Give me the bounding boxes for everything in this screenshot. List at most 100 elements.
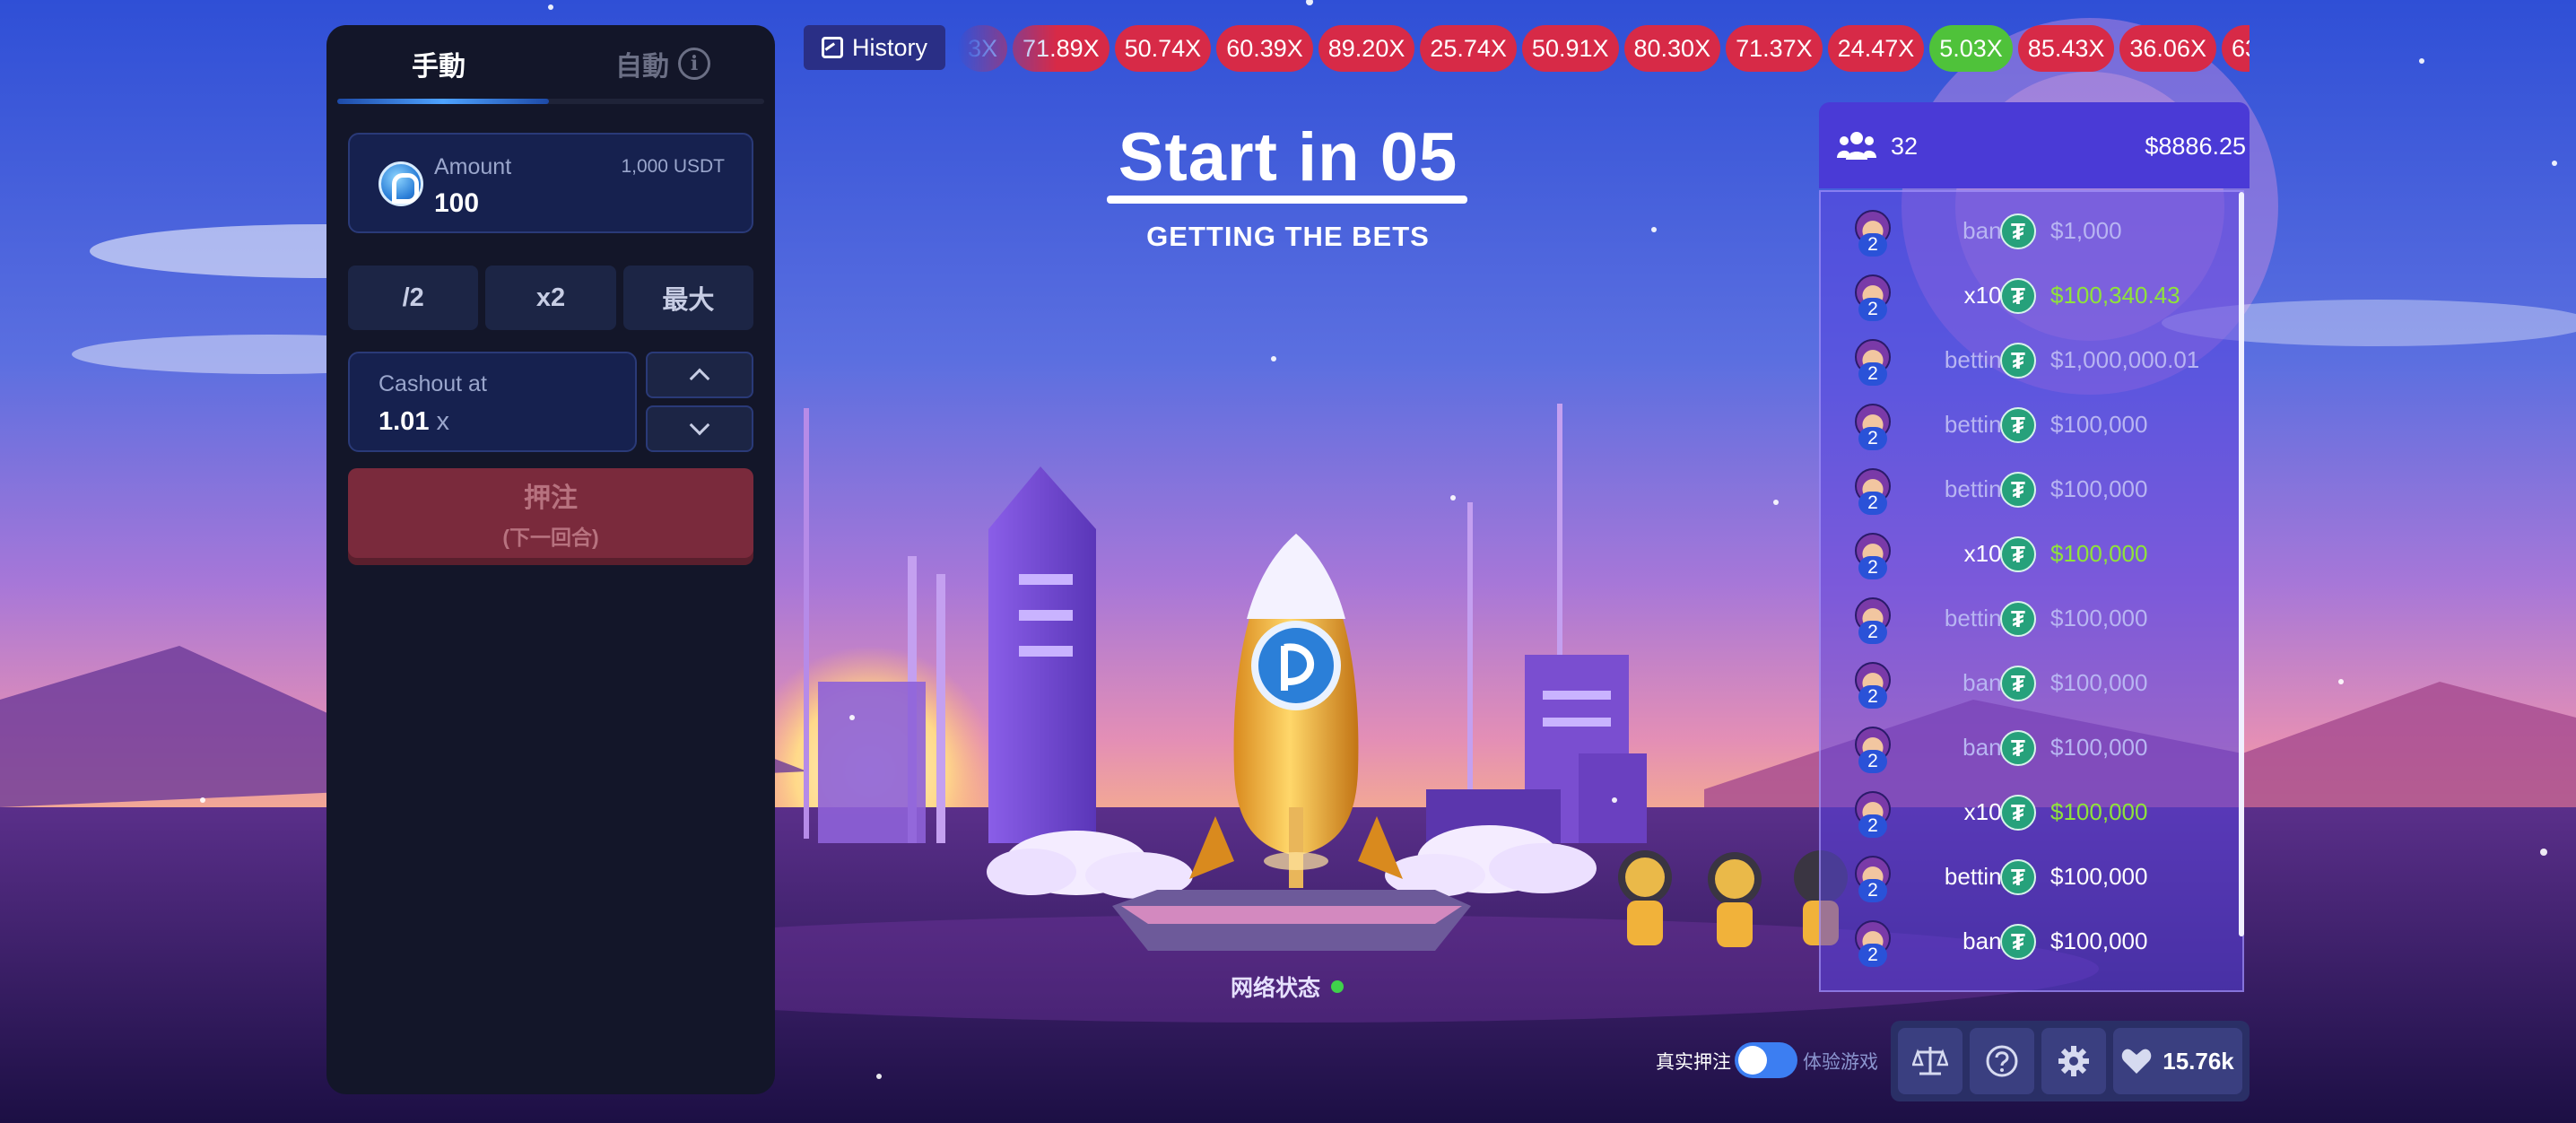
coin-icon <box>379 161 423 206</box>
cashout-number: 1.01 <box>379 407 430 436</box>
bet-button-label: 押注 <box>524 483 578 513</box>
player-row: 2 betting ₮ $1,000,000.01 <box>1821 334 2233 387</box>
player-count: 32 <box>1891 133 1919 160</box>
player-row: 2 bang ₮ $1,000 <box>1821 205 2233 258</box>
history-multiplier-chip[interactable]: 85.43X <box>2017 25 2115 72</box>
tether-icon: ₮ <box>2000 213 2036 249</box>
avatar-level-badge: 2 <box>1858 492 1887 515</box>
bet-button-sublabel: (下一回合) <box>502 526 599 549</box>
avatar-level-badge: 2 <box>1858 556 1887 579</box>
avatar-level-badge: 2 <box>1858 944 1887 967</box>
history-multiplier-chip[interactable]: 3X <box>958 25 1008 72</box>
countdown-text: Start in 05 <box>1118 119 1458 196</box>
players-list[interactable]: 2 bang ₮ $1,000 2 x100 ₮ $100,340.43 2 betting ₮ $1… <box>1819 190 2244 992</box>
avatar: 2 <box>1853 660 1893 709</box>
player-row: 2 betting ₮ $100,000 <box>1821 850 2233 904</box>
tab-auto[interactable]: 自動 i <box>551 25 775 102</box>
tab-manual-label: 手動 <box>412 52 466 82</box>
likes-button[interactable]: 15.76k <box>2113 1028 2242 1094</box>
network-label: 网络状态 <box>1231 976 1321 1001</box>
real-bet-label: 真实押注 <box>1656 1052 1731 1073</box>
tether-icon: ₮ <box>2000 795 2036 831</box>
avatar-level-badge: 2 <box>1858 298 1887 321</box>
amount-value[interactable]: 100 <box>434 188 479 219</box>
player-row: 2 betting ₮ $100,000 <box>1821 592 2233 646</box>
tether-icon: ₮ <box>2000 601 2036 637</box>
cashout-increase-button[interactable] <box>646 352 753 398</box>
avatar-level-badge: 2 <box>1858 685 1887 709</box>
help-button[interactable] <box>1970 1028 2034 1094</box>
history-multiplier-chip[interactable]: 60.39X <box>1216 25 1313 72</box>
cashout-label: Cashout at <box>379 371 487 396</box>
player-bet-amount: $100,000 <box>2050 605 2148 631</box>
double-button[interactable]: x2 <box>485 266 616 330</box>
cashout-field[interactable]: Cashout at 1.01 x <box>348 352 637 452</box>
half-button[interactable]: /2 <box>348 266 479 330</box>
tab-active-indicator <box>337 99 549 104</box>
toggle-knob <box>1738 1046 1767 1075</box>
chevron-down-icon <box>689 414 710 436</box>
player-row: 2 x100 ₮ $100,000 <box>1821 786 2233 840</box>
mode-toggle[interactable] <box>1735 1042 1797 1078</box>
players-header: 32 $8886.25 <box>1819 102 2250 188</box>
history-multiplier-chip[interactable]: 50.91X <box>1521 25 1619 72</box>
history-multiplier-chip[interactable]: 50.74X <box>1114 25 1212 72</box>
player-row: 2 x100 ₮ $100,000 <box>1821 527 2233 581</box>
history-multiplier-chip[interactable]: 63.03X <box>2221 25 2250 72</box>
avatar: 2 <box>1853 725 1893 773</box>
tether-icon: ₮ <box>2000 343 2036 379</box>
history-multiplier-chip[interactable]: 24.47X <box>1827 25 1925 72</box>
player-row: 2 bang ₮ $100,000 <box>1821 657 2233 710</box>
help-icon <box>1986 1045 2018 1077</box>
player-bet-amount: $100,000 <box>2050 411 2148 438</box>
multiplier-history: 3X 71.89X 50.74X 60.39X 89.20X 25.74X 50.91X 80… <box>958 25 2250 72</box>
player-row: 2 betting ₮ $100,000 <box>1821 463 2233 517</box>
cashout-unit: x <box>436 407 449 436</box>
amount-field[interactable]: Amount 100 1,000 USDT <box>348 133 753 233</box>
history-multiplier-chip[interactable]: 36.06X <box>2119 25 2216 72</box>
avatar: 2 <box>1853 918 1893 967</box>
amount-label: Amount <box>434 154 512 179</box>
scale-icon <box>1912 1047 1948 1075</box>
history-multiplier-chip[interactable]: 71.37X <box>1726 25 1823 72</box>
chevron-up-icon <box>689 368 710 389</box>
history-multiplier-chip[interactable]: 80.30X <box>1623 25 1721 72</box>
avatar: 2 <box>1853 402 1893 450</box>
bet-mode-tabs: 手動 自動 i <box>326 25 775 102</box>
avatar-level-badge: 2 <box>1858 362 1887 386</box>
quick-amount-buttons: /2 x2 最大 <box>348 266 753 330</box>
history-multiplier-chip[interactable]: 25.74X <box>1420 25 1517 72</box>
history-label: History <box>851 33 927 61</box>
player-bet-amount: $1,000 <box>2050 217 2122 244</box>
chart-icon <box>821 37 843 58</box>
history-button[interactable]: History <box>804 25 945 70</box>
players-scrollbar[interactable] <box>2239 192 2244 936</box>
history-multiplier-chip[interactable]: 71.89X <box>1013 25 1110 72</box>
tether-icon: ₮ <box>2000 407 2036 443</box>
player-bet-amount: $1,000,000.01 <box>2050 346 2200 373</box>
avatar: 2 <box>1853 208 1893 257</box>
cashout-decrease-button[interactable] <box>646 405 753 452</box>
total-bet-amount: $8886.25 <box>2145 133 2246 160</box>
demo-game-label: 体验游戏 <box>1803 1052 1878 1073</box>
network-status-dot <box>1331 980 1345 993</box>
player-bet-amount: $100,000 <box>2050 669 2148 696</box>
history-multiplier-chip[interactable]: 5.03X <box>1929 25 2013 72</box>
avatar: 2 <box>1853 596 1893 644</box>
tether-icon: ₮ <box>2000 924 2036 960</box>
cashout-value[interactable]: 1.01 x <box>379 407 449 437</box>
player-bet-amount: $100,000 <box>2050 475 2148 502</box>
avatar: 2 <box>1853 466 1893 515</box>
tab-manual[interactable]: 手動 <box>326 25 551 102</box>
settings-button[interactable] <box>2041 1028 2106 1094</box>
max-button[interactable]: 最大 <box>622 266 753 330</box>
bet-panel: 手動 自動 i Amount 100 1,000 USDT /2 x2 最大 C… <box>326 25 775 1094</box>
likes-count: 15.76k <box>2163 1047 2234 1075</box>
avatar: 2 <box>1853 273 1893 321</box>
tool-bar: 15.76k <box>1891 1021 2250 1101</box>
info-icon[interactable]: i <box>678 48 710 80</box>
fairness-button[interactable] <box>1898 1028 1962 1094</box>
place-bet-button[interactable]: 押注 (下一回合) <box>348 468 753 558</box>
history-multiplier-chip[interactable]: 89.20X <box>1318 25 1415 72</box>
avatar: 2 <box>1853 789 1893 838</box>
